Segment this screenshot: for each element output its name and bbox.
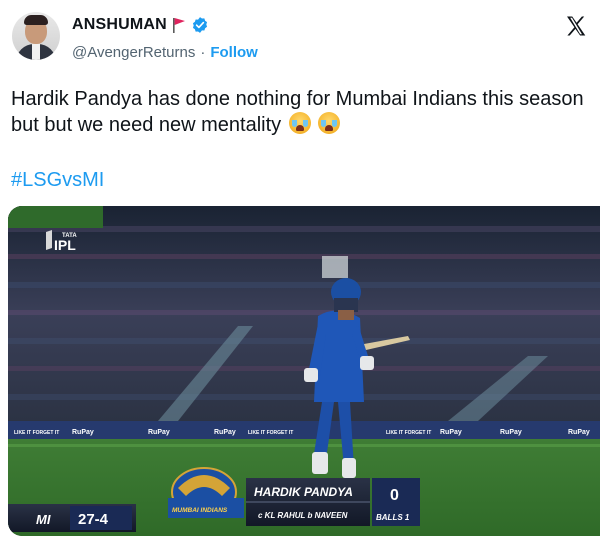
team-badge-text: MUMBAI INDIANS — [172, 507, 228, 514]
board-brand: RuPay — [440, 429, 462, 436]
board-brand: RuPay — [72, 429, 94, 436]
avatar[interactable] — [12, 12, 60, 60]
board-brand: RuPay — [500, 429, 522, 436]
user-handle[interactable]: @AvengerReturns — [72, 44, 195, 61]
team-score: 27-4 — [78, 511, 109, 528]
stand-sign — [322, 256, 348, 278]
board-brand: RuPay — [148, 429, 170, 436]
broadcast-frame: TATA IPL LIKE IT FORGET IT RuPay RuPay R… — [8, 206, 600, 536]
verified-badge-icon — [192, 17, 207, 33]
board-brand: RuPay — [568, 429, 590, 436]
board-brand: RuPay — [214, 429, 236, 436]
board-tagline: LIKE IT FORGET IT — [14, 430, 59, 436]
x-logo-icon[interactable] — [564, 14, 588, 38]
league-logo-text: IPL — [54, 237, 76, 253]
tweet-header: ANSHUMAN @AvengerReturns · Follow — [12, 10, 600, 70]
balls-faced: BALLS 1 — [376, 513, 410, 522]
top-left-green-patch — [8, 206, 103, 228]
name-row: ANSHUMAN — [72, 14, 209, 36]
display-name[interactable]: ANSHUMAN — [72, 16, 167, 34]
red-flag-icon — [172, 18, 185, 33]
hashtag-link[interactable]: #LSGvsMI — [11, 167, 104, 193]
team-abbr: MI — [36, 512, 51, 527]
tweet-text: Hardik Pandya has done nothing for Mumba… — [11, 86, 591, 138]
separator-dot: · — [200, 44, 206, 61]
board-tagline: LIKE IT FORGET IT — [248, 430, 293, 436]
follow-button[interactable]: Follow — [210, 44, 258, 61]
tweet-media-image[interactable]: TATA IPL LIKE IT FORGET IT RuPay RuPay R… — [8, 206, 600, 536]
batter-name: HARDIK PANDYA — [254, 485, 353, 499]
loudly-crying-face-emoji — [288, 112, 311, 134]
dismissal-info: c KL RAHUL b NAVEEN — [258, 511, 348, 520]
batter-runs: 0 — [390, 487, 399, 504]
handle-row: @AvengerReturns · Follow — [72, 44, 258, 61]
board-tagline: LIKE IT FORGET IT — [386, 430, 431, 436]
loudly-crying-face-emoji — [318, 112, 341, 134]
